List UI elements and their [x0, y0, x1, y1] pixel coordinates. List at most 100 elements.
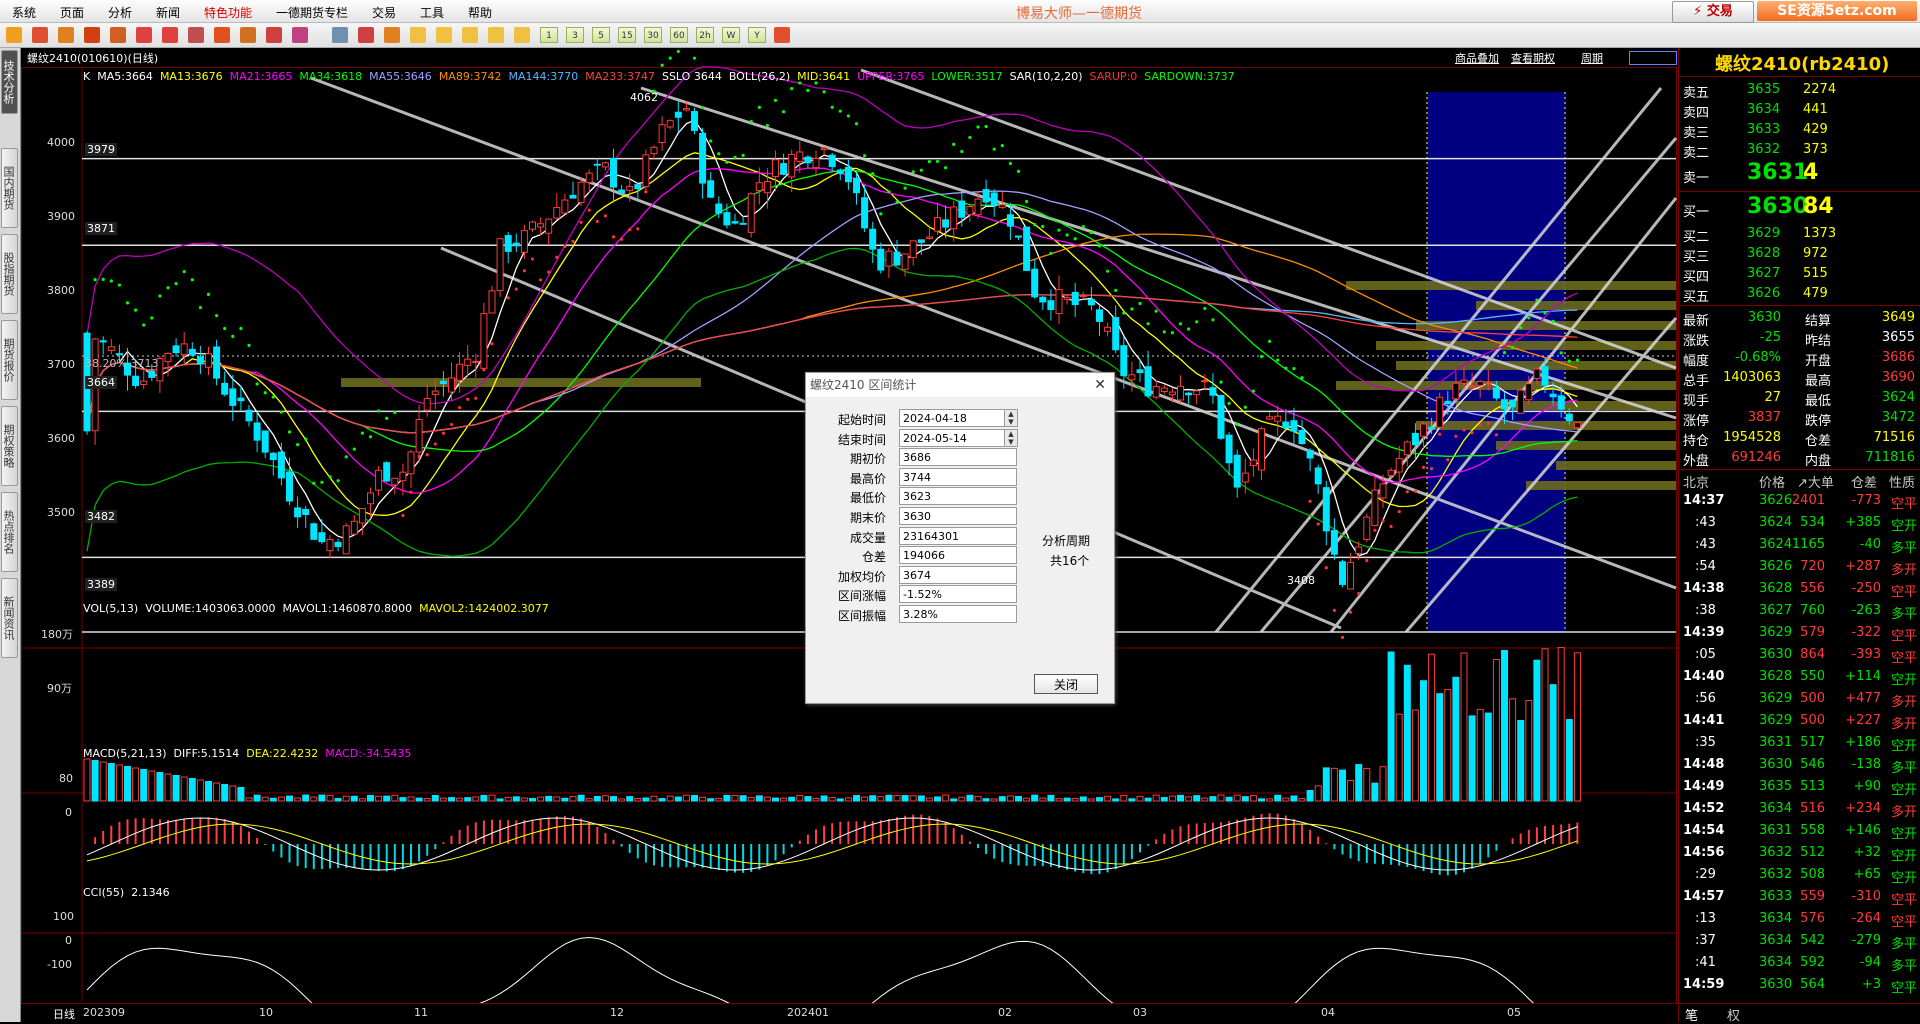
- field-label: 期末价: [849, 511, 886, 525]
- close-icon[interactable]: ✕: [1094, 373, 1106, 397]
- value-field[interactable]: 3744: [899, 467, 1017, 486]
- list-icon[interactable]: [84, 27, 100, 43]
- layout-switch-icon[interactable]: [1629, 51, 1677, 65]
- menu-system[interactable]: 系统: [12, 4, 36, 21]
- menu-tools[interactable]: 工具: [420, 4, 444, 21]
- grid-icon[interactable]: [110, 27, 126, 43]
- tab-option-strategy[interactable]: 期权策略: [1, 406, 18, 486]
- period-2h-button[interactable]: 2h: [696, 27, 714, 43]
- link-overlay-commodity[interactable]: 商品叠加: [1455, 50, 1499, 66]
- brush-icon[interactable]: [240, 27, 256, 43]
- value-field[interactable]: 194066: [899, 546, 1017, 565]
- formula-icon[interactable]: [292, 27, 308, 43]
- candle-body: [115, 353, 123, 356]
- trade-button[interactable]: ⚡ 交易: [1672, 1, 1754, 23]
- volume-bar: [488, 794, 496, 802]
- period-30-button[interactable]: 30: [644, 27, 662, 43]
- tab-technical-analysis[interactable]: 技术分析: [1, 50, 18, 114]
- ask-price[interactable]: 3633: [1747, 122, 1780, 137]
- tab-news[interactable]: 新闻资讯: [1, 578, 18, 658]
- tick-price: 3629: [1759, 625, 1793, 640]
- monthly-icon[interactable]: [462, 27, 478, 43]
- period-1-button[interactable]: 1: [540, 27, 558, 43]
- menu-help[interactable]: 帮助: [468, 4, 492, 21]
- menu-page[interactable]: 页面: [60, 4, 84, 21]
- link-period[interactable]: 周期: [1581, 50, 1603, 66]
- date-input[interactable]: 2024-04-18: [899, 409, 1017, 427]
- value-field[interactable]: 3.28%: [899, 605, 1017, 623]
- close-button[interactable]: 关闭: [1034, 674, 1098, 694]
- volume-bar: [1411, 709, 1419, 802]
- spinner-icon[interactable]: ▲ ▼: [1004, 428, 1018, 447]
- ask-price[interactable]: 3634: [1747, 102, 1780, 117]
- value-field[interactable]: 3630: [899, 507, 1017, 525]
- ask-price[interactable]: 3632: [1747, 142, 1780, 157]
- period-15-button[interactable]: 15: [618, 27, 636, 43]
- period-5-button[interactable]: 5: [592, 27, 610, 43]
- link-view-options[interactable]: 查看期权: [1511, 50, 1555, 66]
- menu-features[interactable]: 特色功能: [204, 4, 252, 21]
- value-field[interactable]: 3623: [899, 487, 1017, 506]
- tick-volume: 760: [1800, 603, 1825, 618]
- notice-button[interactable]: SE资源5etz.com: [1757, 1, 1917, 21]
- spinner-icon[interactable]: ▲ ▼: [1004, 409, 1018, 427]
- period-3-button[interactable]: 3: [566, 27, 584, 43]
- window-icon[interactable]: [188, 27, 204, 43]
- period-tab-daily[interactable]: 日线: [53, 1006, 75, 1022]
- line-chart-icon[interactable]: [358, 27, 374, 43]
- close-x-icon[interactable]: [514, 27, 530, 43]
- menu-column[interactable]: 一德期货专栏: [276, 4, 348, 21]
- value-field[interactable]: 3686: [899, 448, 1017, 467]
- filter-icon[interactable]: [266, 27, 282, 43]
- volume-bar: [196, 779, 204, 802]
- quarter-icon[interactable]: [488, 27, 504, 43]
- period-60-button[interactable]: 60: [670, 27, 688, 43]
- volume-profile-bar: [1526, 481, 1676, 490]
- menu-trade[interactable]: 交易: [372, 4, 396, 21]
- zoom-out-icon[interactable]: [162, 27, 178, 43]
- tab-rights[interactable]: 权: [1727, 1005, 1740, 1024]
- candle-body: [164, 353, 172, 363]
- bid-price[interactable]: 3628: [1747, 246, 1780, 261]
- value-field[interactable]: 3674: [899, 565, 1017, 584]
- period-w-button[interactable]: W: [722, 27, 740, 43]
- candle-body: [196, 356, 204, 365]
- book-icon[interactable]: [58, 27, 74, 43]
- value-field[interactable]: 23164301: [899, 526, 1017, 545]
- candle-body: [1274, 415, 1282, 422]
- pen-icon[interactable]: [214, 27, 230, 43]
- ask-price[interactable]: 3631: [1747, 160, 1808, 185]
- tab-hot-ranking[interactable]: 热点排名: [1, 492, 18, 572]
- bid-price[interactable]: 3630: [1747, 194, 1808, 219]
- menu-news[interactable]: 新闻: [156, 4, 180, 21]
- bid-price[interactable]: 3626: [1747, 286, 1780, 301]
- bid-price[interactable]: 3627: [1747, 266, 1780, 281]
- back-arrow-icon[interactable]: [6, 27, 22, 43]
- period-y-button[interactable]: Y: [748, 27, 766, 43]
- bid-price[interactable]: 3629: [1747, 226, 1780, 241]
- candle-body: [828, 154, 836, 168]
- volume-bar: [83, 758, 91, 802]
- dialog-titlebar[interactable]: 螺纹2410 区间统计 ✕: [806, 373, 1114, 397]
- home-icon[interactable]: [32, 27, 48, 43]
- zoom-in-icon[interactable]: [136, 27, 152, 43]
- menu-analysis[interactable]: 分析: [108, 4, 132, 21]
- table-icon[interactable]: [332, 27, 348, 43]
- tick-volume: 564: [1800, 977, 1825, 992]
- ask-price[interactable]: 3635: [1747, 82, 1780, 97]
- volume-bar: [942, 794, 950, 802]
- value-field[interactable]: -1.52%: [899, 585, 1017, 604]
- tab-ticks[interactable]: 笔: [1685, 1005, 1698, 1024]
- tab-futures-quotes[interactable]: 期货报价: [1, 320, 18, 400]
- tab-index-futures[interactable]: 股指期货: [1, 234, 18, 314]
- tab-domestic-futures[interactable]: 国内期货: [1, 148, 18, 228]
- tick-price: 3632: [1759, 867, 1793, 882]
- calculator-icon[interactable]: [774, 27, 790, 43]
- weekly-icon[interactable]: [436, 27, 452, 43]
- quote-icon[interactable]: [384, 27, 400, 43]
- daily-icon[interactable]: [410, 27, 426, 43]
- date-input[interactable]: 2024-05-14: [899, 428, 1017, 447]
- candle-body: [148, 370, 156, 378]
- candle-body: [245, 409, 253, 422]
- volume-bar: [1306, 790, 1314, 802]
